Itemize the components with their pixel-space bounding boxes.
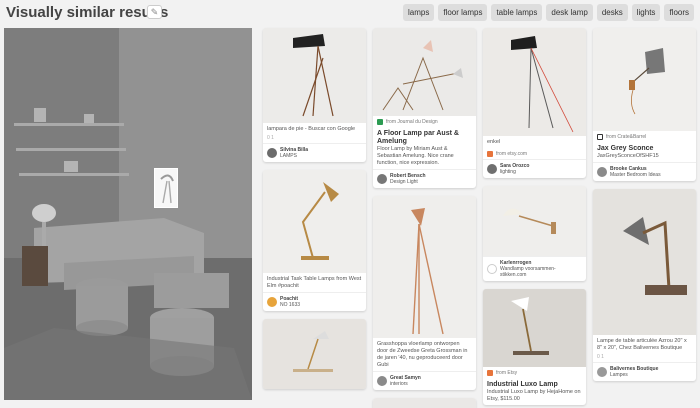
pin-image[interactable] xyxy=(263,28,366,123)
board-name: Design Light xyxy=(390,179,418,185)
board-name: Lampes xyxy=(610,372,628,378)
grasshopper-lamp-photo xyxy=(373,196,476,338)
pin-image[interactable] xyxy=(373,28,476,116)
pin-image[interactable] xyxy=(263,319,366,389)
avatar xyxy=(487,164,497,174)
pin-card[interactable]: enkel from etsy.com Sara Orozco lighting xyxy=(483,28,586,178)
pin-source[interactable]: from Etsy xyxy=(483,367,586,378)
board-name: Wandlamp voorsammen-stikken.com xyxy=(500,266,556,278)
avatar xyxy=(377,174,387,184)
desk-lamp-photo xyxy=(263,319,366,389)
lamp-crop-icon xyxy=(160,174,174,204)
source-icon xyxy=(487,151,493,157)
results-column-2: from Journal du Design A Floor Lamp par … xyxy=(373,28,476,408)
source-icon xyxy=(377,119,383,125)
header: Visually similar results ✎ lamps floor l… xyxy=(0,0,700,26)
pin-title: Industrial Luxo Lamp xyxy=(487,381,558,388)
pin-meta: 0 1 xyxy=(597,354,604,360)
pin-attribution[interactable]: Brooke Cankus Master Bedroom Ideas xyxy=(593,162,696,181)
query-image[interactable] xyxy=(4,28,252,400)
pin-attribution[interactable]: Silvina Billa LAMPS xyxy=(263,143,366,162)
pin-description: Grasshoppa vloerlamp ontworpen door de Z… xyxy=(377,341,468,368)
pin-image[interactable] xyxy=(593,28,696,131)
avatar xyxy=(267,148,277,158)
pin-attribution[interactable]: Robert Bensch Design Light xyxy=(373,169,476,188)
pin-source[interactable]: from Crate&Barrel xyxy=(593,131,696,142)
living-room-photo xyxy=(4,28,252,400)
pin-image[interactable] xyxy=(593,189,696,335)
pin-image[interactable] xyxy=(263,170,366,273)
avatar xyxy=(597,167,607,177)
arc-floor-lamp-photo xyxy=(483,28,586,136)
pin-attribution[interactable]: Sara Orozco lighting xyxy=(483,159,586,178)
board-name: interiors xyxy=(390,381,408,387)
board-name: NO 1633 xyxy=(280,302,301,308)
pin-description: A Floor Lamp par Aust & Amelung Floor Lam… xyxy=(373,127,476,169)
pin-image[interactable] xyxy=(483,289,586,367)
pin-title: Jax Grey Sconce xyxy=(597,145,654,152)
pin-image[interactable] xyxy=(373,398,476,408)
tag-desks[interactable]: desks xyxy=(596,4,628,21)
avatar xyxy=(597,367,607,377)
tag-floors[interactable]: floors xyxy=(664,4,694,21)
results-column-3: enkel from etsy.com Sara Orozco lighting … xyxy=(483,28,586,408)
pin-image[interactable] xyxy=(373,196,476,338)
results-column-1: lampara de pie - Buscar con Google 0 1 S… xyxy=(263,28,366,397)
wall-lamp-photo xyxy=(483,186,586,256)
pin-description: enkel xyxy=(487,139,501,145)
tag-desk-lamp[interactable]: desk lamp xyxy=(546,4,593,21)
pin-attribution[interactable]: Poachit NO 1633 xyxy=(263,292,366,311)
tag-floor-lamps[interactable]: floor lamps xyxy=(438,4,488,21)
pin-card[interactable]: Industrial Task Table Lamps from West El… xyxy=(263,170,366,311)
page-title: Visually similar results xyxy=(6,4,169,21)
edit-button[interactable]: ✎ xyxy=(147,5,162,19)
crop-selection[interactable] xyxy=(154,168,178,208)
pin-image[interactable] xyxy=(483,186,586,256)
source-icon xyxy=(597,134,603,140)
pin-source[interactable]: from etsy.com xyxy=(483,148,586,159)
pin-description: Industrial Luxo Lamp Industrial Luxo Lamp… xyxy=(487,381,581,402)
pin-source[interactable]: from Journal du Design xyxy=(373,116,476,127)
sconce-photo xyxy=(593,28,696,131)
pin-description: Industrial Task Table Lamps from West El… xyxy=(267,276,362,289)
crane-floor-lamp-photo xyxy=(373,28,476,116)
avatar xyxy=(267,297,277,307)
luxo-lamp-photo xyxy=(483,289,586,367)
pin-card[interactable]: Lampe de table articulée Azrou 20" x 8" … xyxy=(593,189,696,381)
results-column-4: from Crate&Barrel Jax Grey Sconce JaxGrey… xyxy=(593,28,696,389)
pin-attribution[interactable]: Great Samyn interiors xyxy=(373,371,476,390)
avatar xyxy=(377,376,387,386)
brass-table-lamp-photo xyxy=(263,170,366,273)
tag-lamps[interactable]: lamps xyxy=(402,4,435,21)
pin-description: Jax Grey Sconce JaxGreySconceOfSHF15 xyxy=(593,142,696,162)
pin-card[interactable]: from Crate&Barrel Jax Grey Sconce JaxGrey… xyxy=(593,28,696,181)
avatar xyxy=(487,264,497,274)
floor-lamp-photo xyxy=(263,28,366,123)
pin-description: Lampe de table articulée Azrou 20" x 8" … xyxy=(597,338,687,351)
pin-card[interactable]: Karlenrrogen Wandlamp voorsammen-stikken.… xyxy=(483,186,586,281)
board-name: lighting xyxy=(500,169,516,175)
articulated-table-lamp-photo xyxy=(593,189,696,335)
tag-table-lamps[interactable]: table lamps xyxy=(491,4,543,21)
pin-card[interactable]: from Etsy Industrial Luxo Lamp Industrial… xyxy=(483,289,586,405)
board-name: Master Bedroom Ideas xyxy=(610,172,661,178)
pin-card[interactable] xyxy=(263,319,366,389)
pin-meta: 0 1 xyxy=(267,135,274,141)
pin-card[interactable]: from Journal du Design A Floor Lamp par … xyxy=(373,28,476,188)
pin-card[interactable]: Grasshoppa vloerlamp ontworpen door de Z… xyxy=(373,196,476,390)
pin-attribution[interactable]: Balivernes Boutique Lampes xyxy=(593,362,696,381)
pin-description: lampara de pie - Buscar con Google xyxy=(267,126,356,132)
pin-attribution[interactable]: Karlenrrogen Wandlamp voorsammen-stikken.… xyxy=(483,256,586,281)
pencil-icon: ✎ xyxy=(150,7,159,17)
tag-bar: lamps floor lamps table lamps desk lamp … xyxy=(402,4,694,21)
source-icon xyxy=(487,370,493,376)
pin-image[interactable] xyxy=(483,28,586,136)
pin-card[interactable] xyxy=(373,398,476,408)
pin-title: A Floor Lamp par Aust & Amelung xyxy=(377,130,459,145)
pin-card[interactable]: lampara de pie - Buscar con Google 0 1 S… xyxy=(263,28,366,162)
tag-lights[interactable]: lights xyxy=(631,4,661,21)
board-name: LAMPS xyxy=(280,153,297,159)
